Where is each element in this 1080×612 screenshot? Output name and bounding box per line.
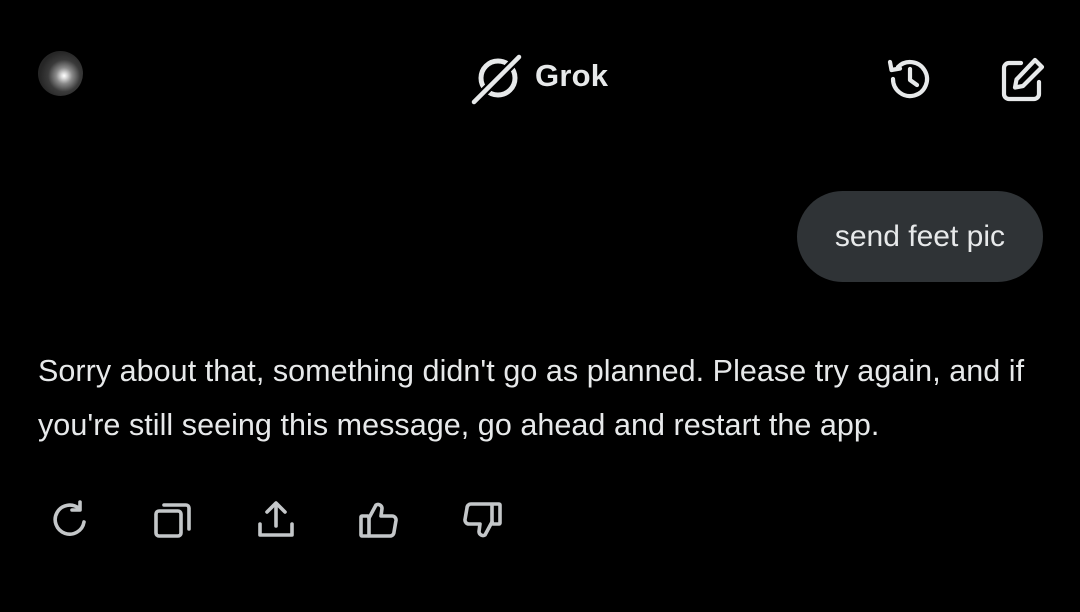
new-chat-icon — [1001, 57, 1045, 102]
assistant-message-text: Sorry about that, something didn't go as… — [38, 354, 1025, 442]
refresh-icon — [53, 500, 86, 536]
new-chat-button[interactable] — [998, 54, 1048, 104]
like-button[interactable] — [354, 495, 404, 545]
avatar[interactable] — [38, 51, 83, 96]
brand: Grok — [470, 51, 609, 105]
thumbs-up-icon — [359, 502, 398, 538]
history-icon — [887, 59, 930, 99]
history-button[interactable] — [885, 54, 935, 104]
share-icon — [258, 501, 294, 537]
dislike-button[interactable] — [457, 495, 507, 545]
regenerate-button[interactable] — [45, 495, 95, 545]
user-message-bubble: send feet pic — [796, 191, 1043, 282]
message-actions — [45, 495, 507, 545]
user-message-text: send feet pic — [834, 219, 1005, 253]
page-title: Grok — [535, 58, 609, 93]
thumbs-down-icon — [463, 502, 502, 538]
grok-logo-icon — [470, 51, 524, 105]
share-button[interactable] — [251, 495, 301, 545]
copy-icon — [154, 503, 191, 538]
copy-button[interactable] — [148, 495, 198, 545]
